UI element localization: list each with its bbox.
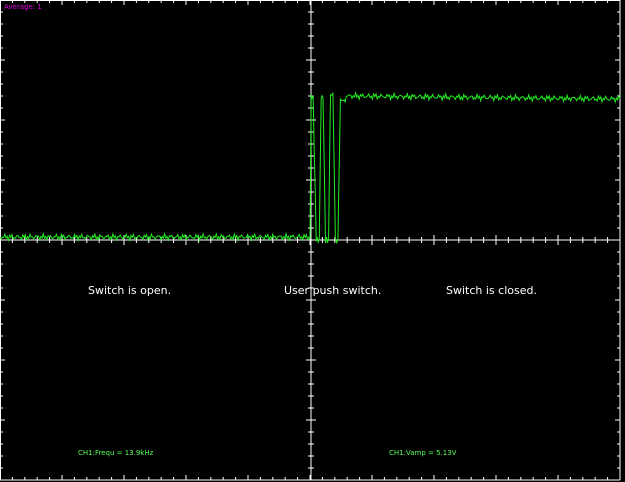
annotation-switch-open: Switch is open. [88,284,172,297]
annotation-user-push: User push switch. [284,284,382,297]
oscilloscope-screen [0,0,625,482]
average-label: Average: 1 [4,3,42,11]
annotation-switch-closed: Switch is closed. [446,284,537,297]
measurement-amplitude: CH1:Vamp = 5.13V [389,449,457,457]
measurement-frequency: CH1:Frequ = 13.9kHz [78,449,154,457]
